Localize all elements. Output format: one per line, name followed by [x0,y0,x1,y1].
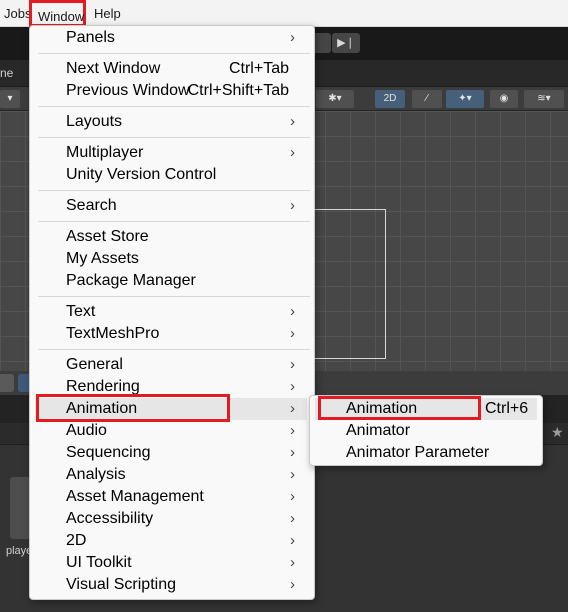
menu-item-asset-store[interactable]: Asset Store [35,226,307,248]
lighting-toggle-icon[interactable]: ⁄ [412,90,442,108]
menu-item-label: Multiplayer [66,144,144,161]
draw-mode-dropdown[interactable]: ▾ [0,90,20,108]
submenu-item-label: Animator Parameter [346,444,490,461]
menu-item-multiplayer[interactable]: Multiplayer › [35,142,307,164]
menu-item-label: Asset Management [66,488,204,505]
highlight-animation-item [36,394,230,422]
chevron-right-icon: › [290,400,295,417]
menu-separator [38,349,310,350]
menu-item-general[interactable]: General › [35,354,307,376]
submenu-item-animator[interactable]: Animator [315,420,537,442]
chevron-right-icon: › [290,488,295,505]
menu-help[interactable]: Help [88,0,127,27]
2d-toggle-button[interactable]: 2D [375,90,405,108]
chevron-right-icon: › [290,444,295,461]
menu-item-label: Package Manager [66,272,196,289]
visibility-eye-icon[interactable]: ◉ [490,90,518,108]
effects-icon[interactable]: ✦▾ [446,90,484,108]
tab-scene[interactable]: ne [0,66,13,80]
chevron-right-icon: › [290,144,295,161]
menu-item-text[interactable]: Text › [35,301,307,323]
menu-item-layouts[interactable]: Layouts › [35,111,307,133]
menu-separator [38,221,310,222]
menu-item-label: Sequencing [66,444,151,461]
menu-item-label: TextMeshPro [66,325,160,342]
layers-icon[interactable]: ≋▾ [524,90,564,108]
menu-item-my-assets[interactable]: My Assets [35,248,307,270]
menu-separator [38,190,310,191]
submenu-item-animator-parameter[interactable]: Animator Parameter [315,442,537,464]
menu-item-label: General [66,356,123,373]
menu-item-label: Layouts [66,113,123,130]
menu-item-2d[interactable]: 2D › [35,530,307,552]
chevron-right-icon: › [290,576,295,593]
step-button[interactable]: ▶❘ [332,33,360,53]
menu-item-label: Text [66,303,96,320]
chevron-right-icon: › [290,532,295,549]
menu-item-label: Panels [66,29,115,46]
menu-window[interactable]: Window [29,0,86,27]
bug-icon[interactable]: ✱▾ [316,90,354,108]
menu-item-label: Search [66,197,117,214]
menu-item-package-manager[interactable]: Package Manager [35,270,307,292]
chevron-right-icon: › [290,510,295,527]
menu-item-next-window[interactable]: Next Window Ctrl+Tab [35,58,307,80]
menu-item-label: Visual Scripting [66,576,176,593]
chevron-right-icon: › [290,325,295,342]
menu-separator [38,106,310,107]
submenu-item-label: Animator [346,422,411,439]
chevron-right-icon: › [290,422,295,439]
submenu-item-shortcut: Ctrl+6 [485,400,529,417]
chevron-right-icon: › [290,378,295,395]
menu-item-label: Analysis [66,466,126,483]
menu-item-label: 2D [66,532,87,549]
chevron-right-icon: › [290,197,295,214]
menu-item-audio[interactable]: Audio › [35,420,307,442]
menu-item-label: UI Toolkit [66,554,132,571]
camera-bounds [314,209,386,359]
highlight-animation-subitem [318,396,481,420]
menu-item-shortcut: Ctrl+Shift+Tab [187,82,289,99]
menu-item-previous-window[interactable]: Previous Window Ctrl+Shift+Tab [35,80,307,102]
menu-separator [38,53,310,54]
menu-separator [38,137,310,138]
menu-item-unity-version-control[interactable]: Unity Version Control [35,164,307,186]
chevron-right-icon: › [290,356,295,373]
menu-item-label: Next Window [66,60,161,77]
menu-item-asset-management[interactable]: Asset Management › [35,486,307,508]
menu-item-label: Unity Version Control [66,166,217,183]
menu-item-label: My Assets [66,250,139,267]
menu-separator [38,296,310,297]
menu-item-search[interactable]: Search › [35,195,307,217]
menu-item-label: Asset Store [66,228,149,245]
menu-item-panels[interactable]: Panels › [35,27,307,49]
menu-item-analysis[interactable]: Analysis › [35,464,307,486]
menu-item-label: Previous Window [66,82,190,99]
menu-item-accessibility[interactable]: Accessibility › [35,508,307,530]
chevron-right-icon: › [290,113,295,130]
menu-item-textmeshpro[interactable]: TextMeshPro › [35,323,307,345]
menu-item-label: Accessibility [66,510,154,527]
menu-item-sequencing[interactable]: Sequencing › [35,442,307,464]
overlay-icon[interactable] [0,374,14,392]
menu-item-shortcut: Ctrl+Tab [228,60,289,77]
chevron-right-icon: › [290,466,295,483]
chevron-right-icon: › [290,29,295,46]
chevron-right-icon: › [290,303,295,320]
star-icon[interactable]: ★ [551,424,564,441]
menu-item-label: Audio [66,422,107,439]
menu-bar: Jobs Window Help [0,0,568,27]
menu-item-visual-scripting[interactable]: Visual Scripting › [35,574,307,596]
menu-item-ui-toolkit[interactable]: UI Toolkit › [35,552,307,574]
chevron-right-icon: › [290,554,295,571]
